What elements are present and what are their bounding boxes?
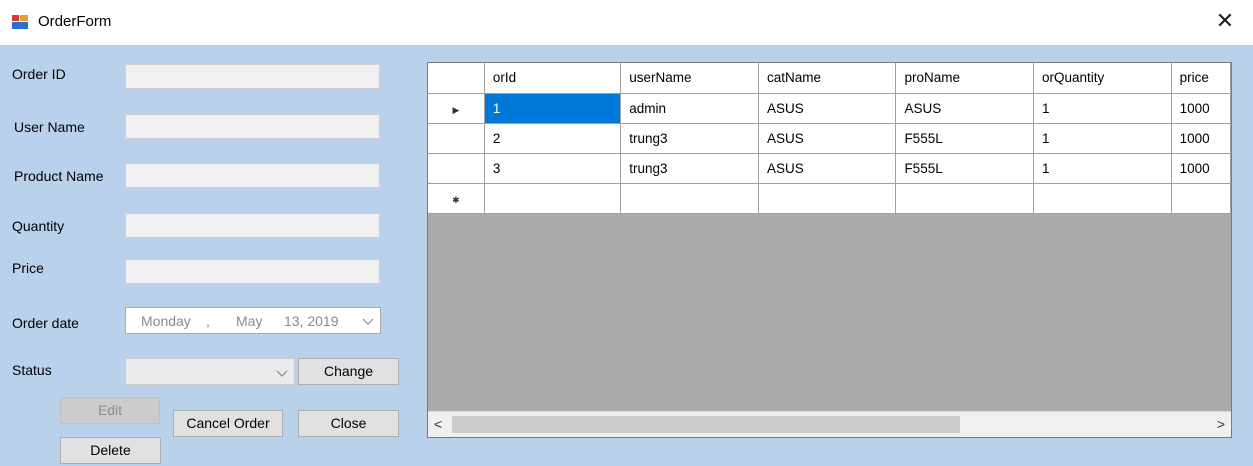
- cancel-order-button[interactable]: Cancel Order: [173, 410, 283, 437]
- order-date-picker[interactable]: Monday , May 13, 2019: [125, 307, 381, 334]
- price-label: Price: [12, 260, 44, 276]
- scroll-right-icon[interactable]: >: [1217, 416, 1225, 432]
- table-cell[interactable]: [758, 183, 897, 214]
- column-header-orquantity[interactable]: orQuantity: [1033, 63, 1172, 94]
- table-row[interactable]: ▶ 1 admin ASUS ASUS 1 1000: [428, 93, 1231, 124]
- table-cell[interactable]: 1: [1033, 123, 1172, 154]
- table-cell[interactable]: [484, 183, 622, 214]
- table-cell[interactable]: admin: [620, 93, 759, 124]
- new-row-icon: ✱: [452, 194, 460, 205]
- table-cell[interactable]: 3: [484, 153, 622, 184]
- row-header[interactable]: ▶: [428, 93, 485, 124]
- table-cell[interactable]: [895, 183, 1034, 214]
- table-cell[interactable]: [1033, 183, 1172, 214]
- change-button[interactable]: Change: [298, 358, 399, 385]
- table-cell[interactable]: trung3: [620, 153, 759, 184]
- date-month: May: [236, 313, 263, 329]
- row-header[interactable]: [428, 123, 485, 154]
- user-name-label: User Name: [14, 119, 85, 135]
- close-window-button[interactable]: ✕: [1211, 8, 1239, 36]
- current-row-icon: ▶: [452, 104, 460, 115]
- table-cell[interactable]: 1: [1033, 153, 1172, 184]
- column-header-orid[interactable]: orId: [484, 63, 622, 94]
- date-day-year: 13, 2019: [284, 313, 339, 329]
- scrollbar-thumb[interactable]: [452, 416, 960, 433]
- header-row: orId userName catName proName orQuantity…: [428, 63, 1231, 94]
- delete-button[interactable]: Delete: [60, 437, 161, 464]
- table-cell[interactable]: ASUS: [895, 93, 1034, 124]
- table-cell[interactable]: 1000: [1171, 93, 1231, 124]
- table-cell[interactable]: [620, 183, 759, 214]
- quantity-field[interactable]: [125, 213, 380, 238]
- chevron-down-icon: [276, 370, 288, 377]
- table-cell[interactable]: ASUS: [758, 93, 897, 124]
- table-cell[interactable]: 1: [484, 93, 622, 124]
- corner-header: [428, 63, 485, 94]
- window-title: OrderForm: [38, 13, 112, 30]
- row-header[interactable]: [428, 153, 485, 184]
- row-header[interactable]: ✱: [428, 183, 485, 214]
- table-row[interactable]: 2 trung3 ASUS F555L 1 1000: [428, 123, 1231, 154]
- orders-grid[interactable]: orId userName catName proName orQuantity…: [427, 62, 1232, 438]
- product-name-field[interactable]: [125, 163, 380, 188]
- column-header-catname[interactable]: catName: [758, 63, 897, 94]
- table-cell[interactable]: ASUS: [758, 153, 897, 184]
- table-cell[interactable]: [1171, 183, 1231, 214]
- table-cell[interactable]: F555L: [895, 153, 1034, 184]
- table-row[interactable]: 3 trung3 ASUS F555L 1 1000: [428, 153, 1231, 184]
- status-dropdown[interactable]: [125, 358, 295, 385]
- table-cell[interactable]: 1000: [1171, 153, 1231, 184]
- order-id-field[interactable]: [125, 64, 380, 89]
- table-cell[interactable]: 1000: [1171, 123, 1231, 154]
- chevron-down-icon: [362, 318, 374, 325]
- status-label: Status: [12, 362, 52, 378]
- order-date-label: Order date: [12, 315, 79, 331]
- table-cell[interactable]: F555L: [895, 123, 1034, 154]
- close-button[interactable]: Close: [298, 410, 399, 437]
- orders-table: orId userName catName proName orQuantity…: [428, 63, 1231, 214]
- order-id-label: Order ID: [12, 66, 66, 82]
- product-name-label: Product Name: [14, 168, 104, 184]
- column-header-username[interactable]: userName: [620, 63, 759, 94]
- column-header-price[interactable]: price: [1171, 63, 1231, 94]
- price-field[interactable]: [125, 259, 380, 284]
- edit-button[interactable]: Edit: [60, 397, 160, 424]
- app-icon: [12, 15, 28, 29]
- scroll-left-icon[interactable]: <: [434, 416, 442, 432]
- table-cell[interactable]: 2: [484, 123, 622, 154]
- new-row[interactable]: ✱: [428, 183, 1231, 214]
- table-cell[interactable]: ASUS: [758, 123, 897, 154]
- user-name-field[interactable]: [125, 114, 380, 139]
- table-cell[interactable]: 1: [1033, 93, 1172, 124]
- quantity-label: Quantity: [12, 218, 65, 234]
- horizontal-scrollbar[interactable]: < >: [428, 411, 1231, 437]
- date-separator: ,: [206, 313, 210, 329]
- date-weekday: Monday: [141, 313, 191, 329]
- title-bar: OrderForm ✕: [0, 0, 1253, 45]
- column-header-proname[interactable]: proName: [895, 63, 1034, 94]
- table-cell[interactable]: trung3: [620, 123, 759, 154]
